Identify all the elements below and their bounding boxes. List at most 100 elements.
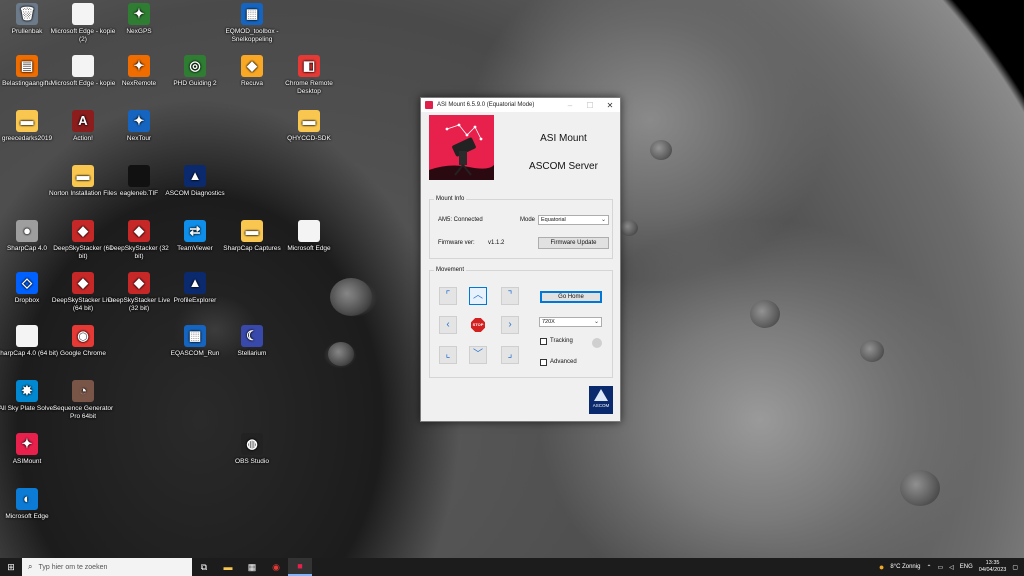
file-explorer-icon[interactable]: ▬ (216, 558, 240, 576)
movement-group: Movement ⌜ ︿ ⌝ ‹ STOP › ⌞ ﹀ ⌟ Go Home 72… (429, 267, 613, 378)
desktop-icon-label: Microsoft Edge (287, 245, 331, 252)
desktop-icon-glyph-icon: ◆ (128, 220, 150, 242)
taskbar: ⊞ ⌕ Typ hier om te zoeken ⧉ ▬ ▦ ◉ ■ ● 8°… (0, 558, 1024, 576)
tracking-label: Tracking (550, 338, 573, 344)
mode-label: Mode (520, 217, 536, 223)
asimount-taskbar-icon[interactable]: ■ (288, 558, 312, 576)
movement-title: Movement (434, 267, 467, 273)
desktop-icon[interactable]: ◐ Microsoft Edge (0, 488, 62, 521)
desktop-icon[interactable]: ◍ OBS Studio (217, 433, 287, 466)
mode-select[interactable]: Equatorial ⌄ (538, 215, 609, 225)
desktop-icon-glyph-icon: ☾ (241, 325, 263, 347)
desktop-icon-label: QHYCCD-SDK (287, 135, 331, 142)
advanced-label: Advanced (550, 359, 577, 365)
maximize-button[interactable]: ☐ (580, 101, 600, 110)
windows-start-icon[interactable]: ⊞ (0, 562, 22, 573)
network-icon[interactable]: ▭ (937, 564, 943, 571)
desktop-icon-label: Stellarium (237, 350, 267, 357)
volume-icon[interactable]: ◁ (949, 564, 954, 571)
desktop-icon[interactable]: ✦ ASIMount (0, 433, 62, 466)
speed-select[interactable]: 720X ⌄ (539, 317, 602, 327)
desktop-icon[interactable]: Microsoft Edge (274, 220, 344, 253)
desktop-icon-glyph-icon: ✦ (16, 433, 38, 455)
desktop-icon-label: OBS Studio (235, 458, 269, 465)
desktop-icon-glyph-icon: ▲ (184, 165, 206, 187)
app-icon (425, 101, 433, 109)
clock-time: 13:35 (985, 560, 1000, 566)
chevron-down-icon: ⌄ (600, 217, 606, 223)
desktop-icon-label: ASIMount (12, 458, 42, 465)
taskbar-search[interactable]: ⌕ Typ hier om te zoeken (22, 558, 192, 576)
go-home-button[interactable]: Go Home (540, 291, 602, 303)
mode-select-value: Equatorial (541, 217, 566, 223)
ascom-triangle-icon (594, 389, 608, 401)
moon-crater (900, 470, 940, 506)
desktop-icon-glyph-icon: ◍ (241, 433, 263, 455)
close-button[interactable]: ✕ (600, 101, 620, 110)
moon-crater (860, 340, 884, 362)
chevron-down-icon: ⌄ (593, 319, 599, 325)
move-northeast-button[interactable]: ⌝ (501, 287, 519, 305)
advanced-checkbox[interactable] (540, 359, 547, 366)
moon-crater (620, 220, 638, 236)
desktop-icon[interactable]: ✦ NexTour (104, 110, 174, 143)
mount-info-group: Mount Info AM5: Connected Mode Equatoria… (429, 196, 613, 259)
calendar-app-icon[interactable]: ▦ (240, 558, 264, 576)
desktop-icon[interactable]: ◧ Chrome Remote Desktop (274, 55, 344, 96)
asi-logo (429, 115, 494, 180)
chrome-taskbar-icon[interactable]: ◉ (264, 558, 288, 576)
weather-text[interactable]: 8°C Zonnig (890, 564, 920, 570)
moon-crater (650, 140, 672, 160)
desktop-icon-label: Microsoft Edge (5, 513, 49, 520)
desktop-icon-glyph-icon: ◆ (241, 55, 263, 77)
notification-icon[interactable]: ▢ (1012, 564, 1018, 571)
move-north-button[interactable]: ︿ (469, 287, 487, 305)
move-south-button[interactable]: ﹀ (469, 346, 487, 364)
desktop-icon-label: NexTour (126, 135, 152, 142)
desktop-icon-glyph-icon: ◆ (72, 272, 94, 294)
desktop-icon[interactable]: ▦ EQMOD_toolbox - Snelkoppeling (217, 3, 287, 44)
tracking-checkbox[interactable] (540, 338, 547, 345)
minimize-button[interactable]: – (560, 101, 580, 110)
clock-date: 04/04/2023 (978, 567, 1007, 573)
desktop-icon[interactable]: ◔ Sequence Generator Pro 64bit (48, 380, 118, 421)
move-southeast-button[interactable]: ⌟ (501, 346, 519, 364)
desktop-icon-glyph-icon: ▦ (184, 325, 206, 347)
desktop-icon[interactable]: ✦ NexGPS (104, 3, 174, 36)
asi-mount-window[interactable]: ASI Mount 6.5.9.0 (Equatorial Mode) – ☐ … (420, 97, 621, 422)
desktop-icon-glyph-icon: ✦ (128, 55, 150, 77)
stop-button[interactable]: STOP (471, 318, 485, 332)
speed-select-value: 720X (542, 319, 555, 325)
desktop-icon[interactable]: ◉ Google Chrome (48, 325, 118, 358)
desktop-icon-label: EQMOD_toolbox - Snelkoppeling (225, 28, 279, 43)
desktop-icon-glyph-icon (72, 55, 94, 77)
desktop-icon[interactable]: ▲ ASCOM Diagnostics (160, 165, 230, 198)
search-placeholder: Typ hier om te zoeken (38, 563, 108, 571)
clock[interactable]: 13:35 04/04/2023 (979, 560, 1007, 574)
telescope-icon (429, 115, 494, 180)
firmware-label: Firmware ver: (438, 240, 475, 246)
move-east-button[interactable]: › (501, 316, 519, 334)
desktop-icon-label: Chrome Remote Desktop (285, 80, 333, 95)
desktop-icon[interactable]: ☾ Stellarium (217, 325, 287, 358)
move-southwest-button[interactable]: ⌞ (439, 346, 457, 364)
desktop-icon-label: Sequence Generator Pro 64bit (52, 405, 114, 420)
move-west-button[interactable]: ‹ (439, 316, 457, 334)
desktop-icon-label: ASCOM Diagnostics (165, 190, 225, 197)
tray-chevron-icon[interactable]: ⌃ (926, 564, 931, 571)
moon-crater (750, 300, 780, 328)
firmware-update-button[interactable]: Firmware Update (538, 237, 609, 249)
task-view-icon[interactable]: ⧉ (192, 558, 216, 576)
desktop-icon-glyph-icon: ▲ (184, 272, 206, 294)
desktop-icon[interactable]: ▬ QHYCCD-SDK (274, 110, 344, 143)
desktop-icon-glyph-icon: ▦ (241, 3, 263, 25)
header-subtitle: ASCOM Server (529, 161, 598, 172)
move-northwest-button[interactable]: ⌜ (439, 287, 457, 305)
desktop-icon-glyph-icon (72, 3, 94, 25)
desktop-icon-glyph-icon: ⇄ (184, 220, 206, 242)
language-indicator[interactable]: ENG (960, 564, 973, 570)
desktop-icon[interactable]: ▲ ProfileExplorer (160, 272, 230, 305)
weather-sun-icon[interactable]: ● (879, 562, 884, 572)
desktop-icon-glyph-icon: ▬ (16, 110, 38, 132)
title-bar[interactable]: ASI Mount 6.5.9.0 (Equatorial Mode) – ☐ … (421, 98, 620, 112)
